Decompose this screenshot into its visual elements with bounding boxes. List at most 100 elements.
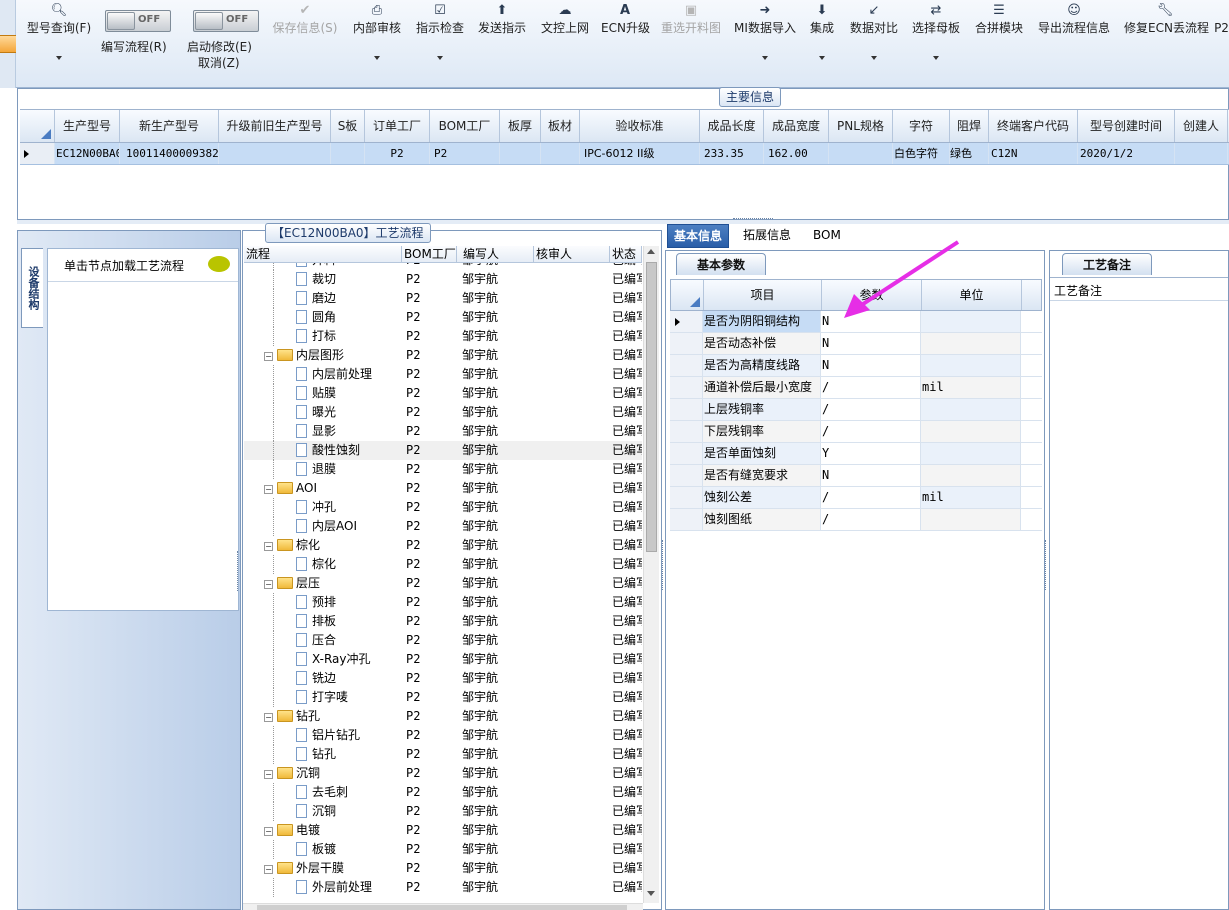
tree-node[interactable]: − 层压 P2 邹宇航 已编写 bbox=[244, 574, 642, 593]
equipment-tree[interactable]: 单击节点加载工艺流程 bbox=[47, 248, 239, 611]
tree-node[interactable]: X-Ray冲孔 P2 邹宇航 已编写 bbox=[244, 650, 642, 669]
tree-node[interactable]: 内层AOI P2 邹宇航 已编写 bbox=[244, 517, 642, 536]
send-indicator-button[interactable]: ⬆ 发送指示 bbox=[476, 0, 528, 70]
chevron-down-icon[interactable] bbox=[933, 56, 939, 60]
scroll-up-icon[interactable] bbox=[647, 249, 655, 254]
collapse-icon[interactable]: − bbox=[264, 827, 273, 836]
tree-node[interactable]: 钻孔 P2 邹宇航 已编写 bbox=[244, 745, 642, 764]
ecn-upgrade-button[interactable]: A ECN升级 bbox=[601, 0, 650, 70]
tree-node[interactable]: 沉铜 P2 邹宇航 已编写 bbox=[244, 802, 642, 821]
internal-review-button[interactable]: ⎙ 内部审核 bbox=[350, 0, 404, 70]
tree-node[interactable]: 打字唛 P2 邹宇航 已编写 bbox=[244, 688, 642, 707]
tree-node[interactable]: 退膜 P2 邹宇航 已编写 bbox=[244, 460, 642, 479]
param-value[interactable]: / bbox=[821, 509, 921, 530]
tree-node[interactable]: 贴膜 P2 邹宇航 已编写 bbox=[244, 384, 642, 403]
table-cell[interactable] bbox=[829, 143, 893, 164]
tree-node[interactable]: − 沉铜 P2 邹宇航 已编写 bbox=[244, 764, 642, 783]
collapse-icon[interactable]: − bbox=[264, 580, 273, 589]
row-selector[interactable] bbox=[670, 399, 703, 420]
row-selector[interactable] bbox=[670, 443, 703, 464]
table-row[interactable]: 是否动态补偿 N bbox=[670, 333, 1042, 355]
tab-process-notes[interactable]: 工艺备注 bbox=[1062, 253, 1152, 275]
param-value[interactable]: / bbox=[821, 487, 921, 508]
tab-basic-params[interactable]: 基本参数 bbox=[676, 253, 766, 275]
table-row[interactable]: 上层残铜率 / bbox=[670, 399, 1042, 421]
save-button[interactable]: ✔ 保存信息(S) bbox=[270, 0, 340, 70]
splitter-grip[interactable] bbox=[237, 551, 241, 591]
table-row[interactable]: 下层残铜率 / bbox=[670, 421, 1042, 443]
doc-upload-button[interactable]: ☁ 文控上网 bbox=[539, 0, 591, 70]
scroll-thumb[interactable] bbox=[646, 262, 657, 552]
tree-node[interactable]: 打标 P2 邹宇航 已编写 bbox=[244, 327, 642, 346]
collapse-icon[interactable]: − bbox=[264, 770, 273, 779]
chevron-down-icon[interactable] bbox=[819, 56, 825, 60]
table-cell[interactable] bbox=[1175, 143, 1228, 164]
mi-import-button[interactable]: ➜ MI数据导入 bbox=[733, 0, 797, 70]
column-header[interactable]: 字符 bbox=[893, 110, 950, 142]
tree-node[interactable]: 铝片钻孔 P2 邹宇航 已编写 bbox=[244, 726, 642, 745]
tree-node[interactable]: 裁切 P2 邹宇航 已编写 bbox=[244, 270, 642, 289]
table-cell[interactable]: 绿色 bbox=[950, 143, 989, 164]
param-value[interactable]: Y bbox=[821, 443, 921, 464]
tree-node[interactable]: 内层前处理 P2 邹宇航 已编写 bbox=[244, 365, 642, 384]
table-cell[interactable]: C12N bbox=[989, 143, 1078, 164]
tree-node[interactable]: 显影 P2 邹宇航 已编写 bbox=[244, 422, 642, 441]
tree-node[interactable]: − AOI P2 邹宇航 已编写 bbox=[244, 479, 642, 498]
tree-node[interactable]: − 棕化 P2 邹宇航 已编写 bbox=[244, 536, 642, 555]
table-row[interactable]: 是否为高精度线路 N bbox=[670, 355, 1042, 377]
column-header[interactable]: 订单工厂 bbox=[365, 110, 430, 142]
column-header[interactable]: 验收标准 bbox=[580, 110, 700, 142]
collapse-icon[interactable]: − bbox=[264, 865, 273, 874]
table-row[interactable]: EC12N00BA0 10011400009382 P2 P2 IPC-6012… bbox=[20, 143, 1229, 165]
row-selector[interactable] bbox=[670, 465, 703, 486]
column-header[interactable]: 阻焊 bbox=[950, 110, 989, 142]
start-modify-toggle[interactable]: OFF bbox=[193, 10, 259, 32]
table-cell[interactable]: EC12N00BA0 bbox=[56, 143, 120, 164]
param-value[interactable]: / bbox=[821, 421, 921, 442]
column-header[interactable]: BOM工厂 bbox=[430, 110, 500, 142]
tree-node[interactable]: 曝光 P2 邹宇航 已编写 bbox=[244, 403, 642, 422]
column-header[interactable]: BOM工厂 bbox=[402, 246, 457, 262]
notes-textarea[interactable] bbox=[1050, 301, 1228, 909]
column-header[interactable]: 创建人 bbox=[1175, 110, 1228, 142]
row-selector[interactable] bbox=[670, 509, 703, 530]
reselect-image-button[interactable]: ▣ 重选开料图 bbox=[659, 0, 723, 70]
tree-node[interactable]: − 电镀 P2 邹宇航 已编写 bbox=[244, 821, 642, 840]
tree-node[interactable]: 压合 P2 邹宇航 已编写 bbox=[244, 631, 642, 650]
column-header[interactable]: S板 bbox=[331, 110, 365, 142]
column-header[interactable]: PNL规格 bbox=[829, 110, 893, 142]
column-header[interactable]: 型号创建时间 bbox=[1078, 110, 1175, 142]
tree-node[interactable]: 棕化 P2 邹宇航 已编写 bbox=[244, 555, 642, 574]
collapse-icon[interactable]: − bbox=[264, 713, 273, 722]
table-cell[interactable]: P2 bbox=[430, 143, 500, 164]
column-header[interactable]: 状态 bbox=[610, 246, 642, 262]
collapse-icon[interactable]: − bbox=[264, 485, 273, 494]
param-value[interactable]: N bbox=[821, 333, 921, 354]
query-button[interactable]: 🔍︎ 型号查询(F) bbox=[24, 0, 94, 70]
table-cell[interactable] bbox=[331, 143, 365, 164]
column-header[interactable]: 项目 bbox=[704, 280, 822, 310]
tree-node[interactable]: 冲孔 P2 邹宇航 已编写 bbox=[244, 498, 642, 517]
row-selector[interactable] bbox=[670, 487, 703, 508]
splitter-grip[interactable] bbox=[733, 218, 773, 222]
tree-node[interactable]: 酸性蚀刻 P2 邹宇航 已编写 bbox=[244, 441, 642, 460]
table-row[interactable]: 蚀刻公差 / mil bbox=[670, 487, 1042, 509]
table-cell[interactable]: 233.35 bbox=[700, 143, 764, 164]
column-header[interactable]: 板厚 bbox=[500, 110, 541, 142]
table-row[interactable]: 是否有缝宽要求 N bbox=[670, 465, 1042, 487]
table-cell[interactable] bbox=[541, 143, 580, 164]
tree-node[interactable]: 铣边 P2 邹宇航 已编写 bbox=[244, 669, 642, 688]
column-header[interactable]: 核审人 bbox=[534, 246, 610, 262]
table-row[interactable]: 蚀刻图纸 / bbox=[670, 509, 1042, 531]
row-selector[interactable] bbox=[670, 377, 703, 398]
param-value[interactable]: / bbox=[821, 377, 921, 398]
tree-node[interactable]: 去毛刺 P2 邹宇航 已编写 bbox=[244, 783, 642, 802]
integrate-button[interactable]: ⬇ 集成 bbox=[805, 0, 839, 70]
row-selector[interactable] bbox=[670, 355, 703, 376]
tree-node[interactable]: 开料 P2 邹宇航 已编写 bbox=[244, 263, 642, 270]
table-cell[interactable]: P2 bbox=[365, 143, 430, 164]
chevron-down-icon[interactable] bbox=[871, 56, 877, 60]
table-cell[interactable]: 10011400009382 bbox=[126, 143, 219, 164]
vertical-scrollbar[interactable] bbox=[643, 246, 659, 903]
fix-ecn-button[interactable]: 🔧︎ 修复ECN丢流程 bbox=[1124, 0, 1209, 70]
